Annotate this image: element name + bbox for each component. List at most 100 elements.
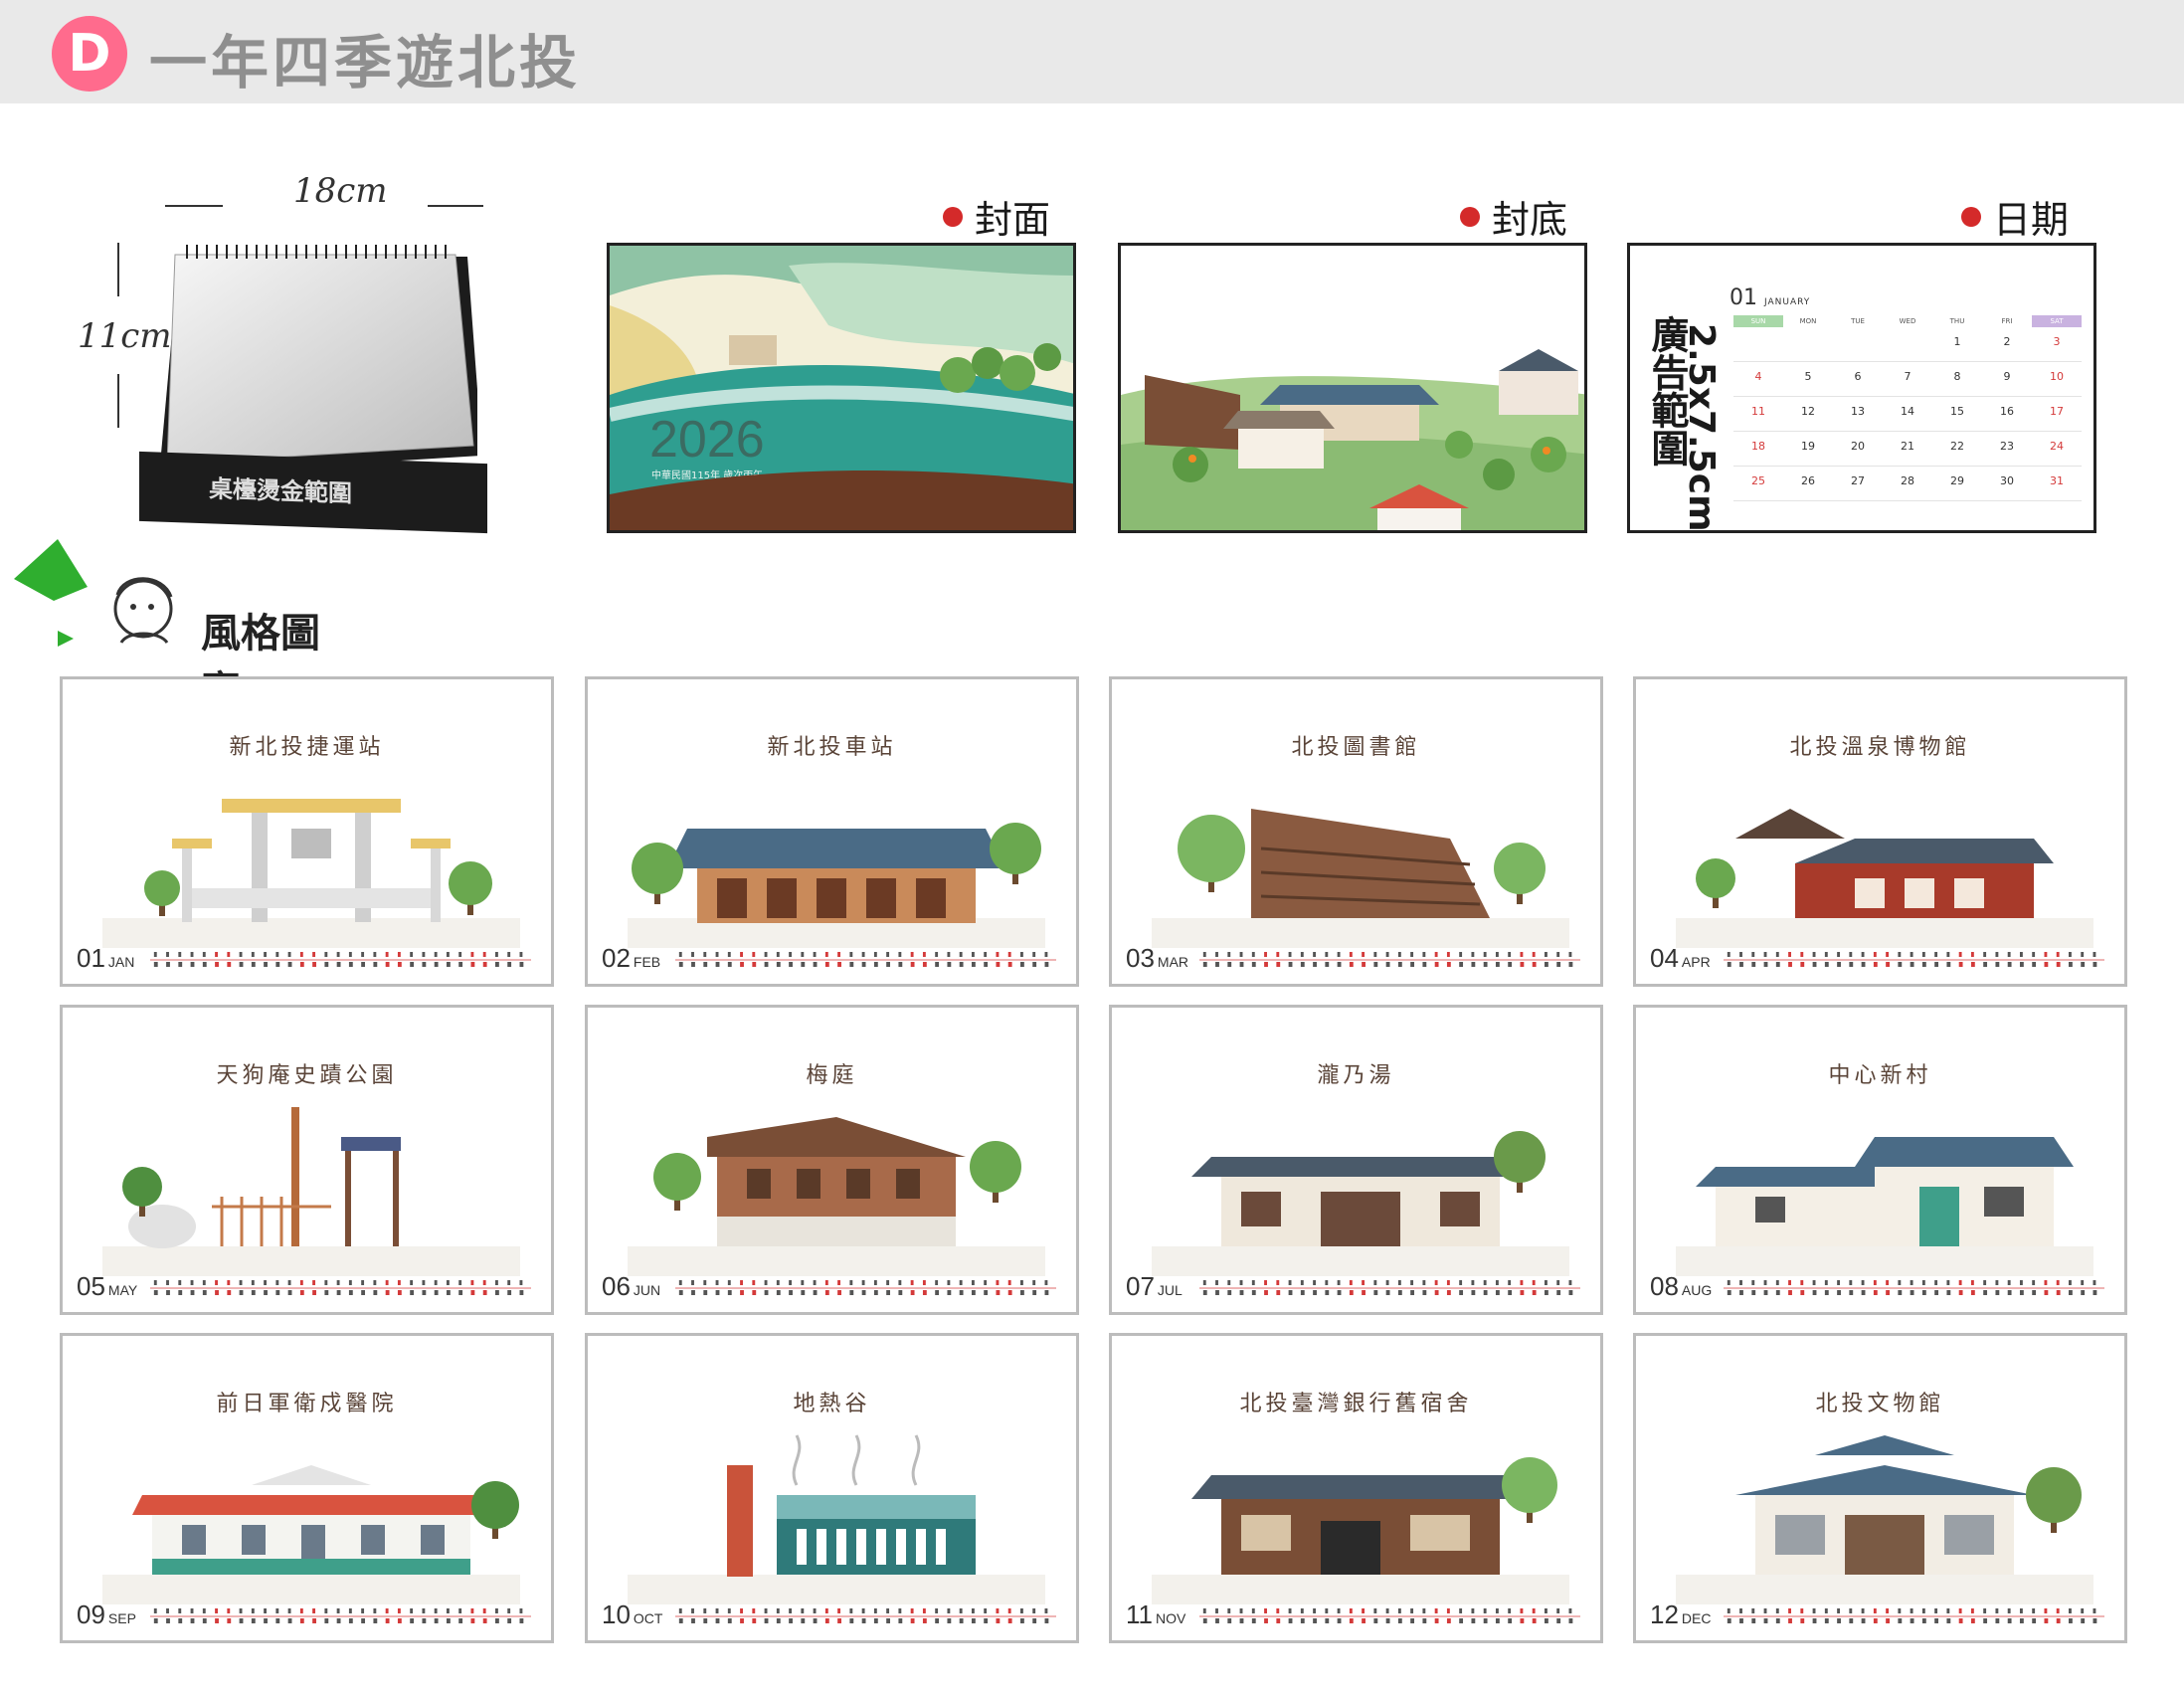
date-grid: SUN MON TUE WED THU FRI SAT 1 2 3 4 5 6 7 8 9 10 11 12 13 1… (1733, 315, 2082, 501)
month-card-03: 北投圖書館 03 MAR (1109, 676, 1603, 987)
date-strip (675, 1278, 1056, 1296)
month-number: 07 (1126, 1271, 1155, 1301)
month-card-title: 新北投車站 (767, 735, 897, 760)
month-abbr: NOV (1156, 1610, 1186, 1626)
month-card-title: 北投文物館 (1815, 1392, 1945, 1416)
desk-calendar-illustration: 18cm 11cm 桌檯燙金範圍 (70, 169, 537, 537)
month-label: 10 OCT (602, 1599, 662, 1630)
month-card-02: 新北投車站 02 FEB (585, 676, 1079, 987)
width-dimension-line-right (428, 205, 483, 207)
red-dot-icon (1460, 206, 1480, 227)
page-header: D 一年四季遊北投 (0, 0, 2184, 103)
height-dimension-line-top (117, 243, 119, 296)
day-cell: 16 (1982, 397, 2032, 432)
date-strip (1724, 1606, 2104, 1624)
month-card-title: 前日軍衛戍醫院 (216, 1392, 398, 1416)
date-strip (150, 950, 531, 968)
month-card-08: 中心新村 08 AUG (1633, 1005, 2127, 1315)
foil-imprint-area: 桌檯燙金範圍 (139, 451, 487, 534)
back-label-text: 封底 (1492, 198, 1568, 242)
day-cell: 3 (2032, 327, 2082, 362)
date-label-text: 日期 (1993, 198, 2070, 242)
day-cell: 20 (1833, 432, 1883, 467)
weekday-2: TUE (1851, 317, 1865, 325)
month-abbr: MAY (107, 1282, 138, 1298)
month-number: 04 (1650, 943, 1679, 973)
building-illustration (1152, 1131, 1569, 1276)
month-card-title: 中心新村 (1828, 1063, 1932, 1088)
date-strip (675, 950, 1056, 968)
cover-label-text: 封面 (975, 198, 1051, 242)
building-illustration (628, 1434, 1045, 1604)
day-cell: 19 (1783, 432, 1833, 467)
month-card-05: 天狗庵史蹟公園 05 MAY (60, 1005, 554, 1315)
month-number: 08 (1650, 1271, 1679, 1301)
date-month-name: JANUARY (1764, 297, 1811, 307)
day-cell: 23 (1982, 432, 2032, 467)
date-page-preview: 廣告範圍 2.5x7.5cm 01 JANUARY SUN MON TUE WED TH… (1627, 243, 2096, 533)
day-cell: 13 (1833, 397, 1883, 432)
cover-year: 2026 (649, 411, 765, 469)
date-strip (1724, 1278, 2104, 1296)
month-card-title: 梅庭 (806, 1063, 858, 1088)
building-illustration (102, 1465, 520, 1604)
month-abbr: APR (1681, 954, 1711, 970)
day-cell: 15 (1932, 397, 1982, 432)
day-cell (1733, 327, 1783, 362)
day-cell: 2 (1982, 327, 2032, 362)
month-card-09: 前日軍衛戍醫院 09 SEP (60, 1333, 554, 1643)
date-strip (1199, 950, 1580, 968)
day-cell: 18 (1733, 432, 1783, 467)
month-number: 11 (1126, 1599, 1153, 1629)
month-card-07: 瀧乃湯 07 JUL (1109, 1005, 1603, 1315)
date-month-number: 01 (1729, 285, 1757, 310)
month-card-06: 梅庭 06 JUN (585, 1005, 1079, 1315)
cover-label: 封面 (943, 189, 1050, 244)
month-card-title: 北投圖書館 (1291, 735, 1421, 760)
date-strip (1199, 1606, 1580, 1624)
weekday-1: MON (1799, 317, 1817, 325)
day-cell (1833, 327, 1883, 362)
style-section-icon (14, 539, 173, 647)
month-number: 06 (602, 1271, 631, 1301)
day-cell: 5 (1783, 362, 1833, 397)
day-cell: 11 (1733, 397, 1783, 432)
weekday-5: FRI (2001, 317, 2013, 325)
style-section-header: 風格圖案 (14, 539, 352, 714)
day-cell (1783, 327, 1833, 362)
red-dot-icon (943, 206, 963, 227)
day-cell: 4 (1733, 362, 1783, 397)
month-card-10: 地熱谷 10 OCT (585, 1333, 1079, 1643)
day-cell: 7 (1883, 362, 1932, 397)
building-illustration (1676, 809, 2093, 948)
building-illustration (102, 799, 520, 948)
height-dimension-line-bottom (117, 374, 119, 428)
day-cells: 1 2 3 4 5 6 7 8 9 10 11 12 13 14 15 16 17 18 19 20 21 22 23 24 2… (1733, 327, 2082, 501)
red-dot-icon (1961, 206, 1981, 227)
month-number: 01 (77, 943, 105, 973)
month-card-title: 地熱谷 (793, 1392, 871, 1416)
month-card-title: 天狗庵史蹟公園 (216, 1063, 398, 1088)
month-card-11: 北投臺灣銀行舊宿舍 11 NOV (1109, 1333, 1603, 1643)
month-number: 09 (77, 1599, 105, 1629)
month-card-title: 新北投捷運站 (229, 735, 385, 760)
width-dimension-line-left (165, 205, 223, 207)
day-cell: 22 (1932, 432, 1982, 467)
back-cover-illustration (1121, 246, 1584, 530)
day-cell: 30 (1982, 467, 2032, 501)
building-illustration (1676, 1435, 2093, 1604)
month-label: 08 AUG (1650, 1271, 1712, 1302)
back-label: 封底 (1460, 189, 1567, 244)
weekday-6: SAT (2032, 315, 2082, 327)
weekday-3: WED (1899, 317, 1916, 325)
building-illustration (1676, 1137, 2093, 1276)
day-cell: 25 (1733, 467, 1783, 501)
building-illustration (628, 823, 1045, 948)
day-cell: 31 (2032, 467, 2082, 501)
month-label: 01 JAN (77, 943, 134, 974)
day-cell (1883, 327, 1932, 362)
day-cell: 6 (1833, 362, 1883, 397)
date-strip (150, 1606, 531, 1624)
weekday-4: THU (1949, 317, 1965, 325)
date-strip (150, 1278, 531, 1296)
